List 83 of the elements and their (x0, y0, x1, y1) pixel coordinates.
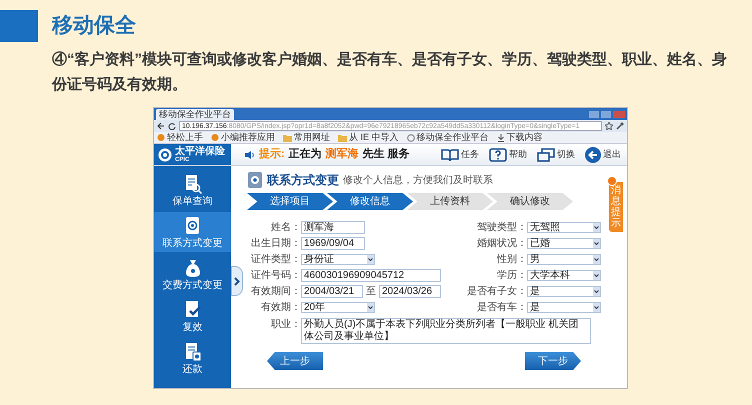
reload-icon[interactable] (168, 122, 176, 130)
field-label: 职业： (270, 318, 301, 331)
hint-text: 正在为 (288, 146, 322, 162)
select-field[interactable]: 是 (527, 286, 601, 297)
bookmark[interactable]: 小编推荐应用 (211, 132, 275, 143)
select-field[interactable]: 已婚 (527, 238, 601, 249)
chevron-right-icon (234, 276, 240, 286)
page-title: 联系方式变更 (267, 172, 339, 189)
dropdown-arrow-icon (593, 271, 600, 280)
field-label: 证件类型： (250, 252, 301, 267)
field-label: 驾驶类型： (476, 220, 527, 235)
speaker-icon (245, 150, 255, 158)
field-label: 学历： (496, 269, 527, 283)
document-check-icon (184, 300, 202, 320)
dropdown-arrow-icon (593, 255, 600, 264)
input-field[interactable]: 1969/09/04 (301, 237, 365, 250)
field-label: 出生日期： (250, 236, 301, 251)
page-subtitle: 修改个人信息，方便我们及时联系 (343, 174, 493, 188)
slide-text: ④“客户资料”模块可查询或修改客户婚姻、是否有车、是否有子女、学历、驾驶类型、职业、姓名、身份证号码及有效期。 (52, 50, 728, 95)
range-separator: 至 (366, 285, 376, 299)
field-label: 有效期： (260, 300, 301, 315)
hint-text: 先生 服务 (362, 146, 410, 162)
select-field[interactable]: 20年 (301, 302, 375, 313)
hint-label: 提示: (259, 147, 285, 162)
back-icon[interactable] (157, 122, 165, 130)
select-field[interactable]: 是 (527, 302, 601, 313)
sidebar-item[interactable]: 还款 (154, 338, 231, 378)
input-field[interactable]: 2024/03/26 (379, 285, 441, 298)
dropdown-arrow-icon (593, 239, 600, 248)
bookmark[interactable]: 常用网址 (283, 132, 330, 143)
bookmark[interactable]: 下载内容 (496, 132, 543, 143)
field-label: 是否有子女： (466, 285, 527, 299)
logo-icon (158, 148, 172, 162)
windows-icon (537, 148, 555, 162)
select-field[interactable]: 身份证 (301, 254, 375, 265)
input-field[interactable]: 460030196909045712 (301, 269, 441, 282)
input-field[interactable]: 测军海 (301, 221, 365, 234)
sidebar-item[interactable]: 交费方式变更 (154, 254, 231, 294)
download-icon (496, 134, 505, 142)
bookmark[interactable]: 从 IE 中导入 (338, 132, 399, 143)
field-label: 性别： (496, 252, 527, 267)
bookmark[interactable]: 轻松上手 (157, 132, 203, 143)
toolbar-button[interactable]: 退出 (585, 146, 621, 162)
document-search-icon (184, 174, 202, 194)
field-label: 是否有车： (476, 300, 527, 315)
field-label: 婚姻状况： (476, 236, 527, 251)
sidebar-item[interactable]: 保单查询 (154, 170, 231, 210)
field-label: 姓名： (270, 221, 301, 235)
dropdown-arrow-icon (593, 287, 600, 296)
help-icon (489, 148, 507, 162)
field-label: 证件号码： (250, 269, 301, 283)
logo-name: 太平洋保险 (175, 146, 225, 156)
collapse-handle[interactable] (231, 266, 243, 296)
dropdown-arrow-icon (367, 255, 374, 264)
toolbar-button[interactable]: 任务 (441, 148, 479, 162)
sidebar-item[interactable]: 复效 (154, 296, 231, 336)
select-field[interactable]: 男 (527, 254, 601, 265)
slide-title: 移动保全 (52, 13, 136, 40)
input-field[interactable]: 外勤人员(J)不属于本表下列职业分类所列者【一般职业 机关团体公司及事业单位】 (301, 318, 591, 344)
customer-name: 测军海 (326, 146, 359, 162)
contact-book-icon (247, 171, 263, 189)
next-button[interactable]: 下一步 (525, 352, 581, 370)
previous-button[interactable]: 上一步 (267, 352, 323, 370)
bookmark[interactable]: 移动保全作业平台 (406, 132, 489, 143)
wrench-icon[interactable] (616, 122, 624, 130)
star-icon[interactable] (605, 122, 613, 130)
document-coin-icon (184, 342, 202, 362)
sidebar-item[interactable]: 联系方式变更 (154, 212, 231, 252)
dropdown-arrow-icon (367, 303, 374, 312)
badge-icon (607, 176, 617, 186)
book-icon (441, 148, 459, 162)
accent-block (0, 10, 38, 42)
toolbar-button[interactable]: 切换 (537, 148, 575, 162)
field-label: 有效期间： (250, 284, 301, 299)
dropdown-arrow-icon (593, 303, 600, 312)
input-field[interactable]: 2004/03/21 (301, 285, 363, 298)
at-sign-icon (184, 216, 202, 236)
toolbar-button[interactable]: 帮助 (489, 148, 527, 162)
select-field[interactable]: 大学本科 (527, 270, 601, 281)
money-bag-icon (184, 258, 202, 278)
browser-tab[interactable]: 移动保全作业平台 (156, 109, 234, 120)
select-field[interactable]: 无驾照 (527, 222, 601, 233)
dropdown-arrow-icon (593, 223, 600, 232)
